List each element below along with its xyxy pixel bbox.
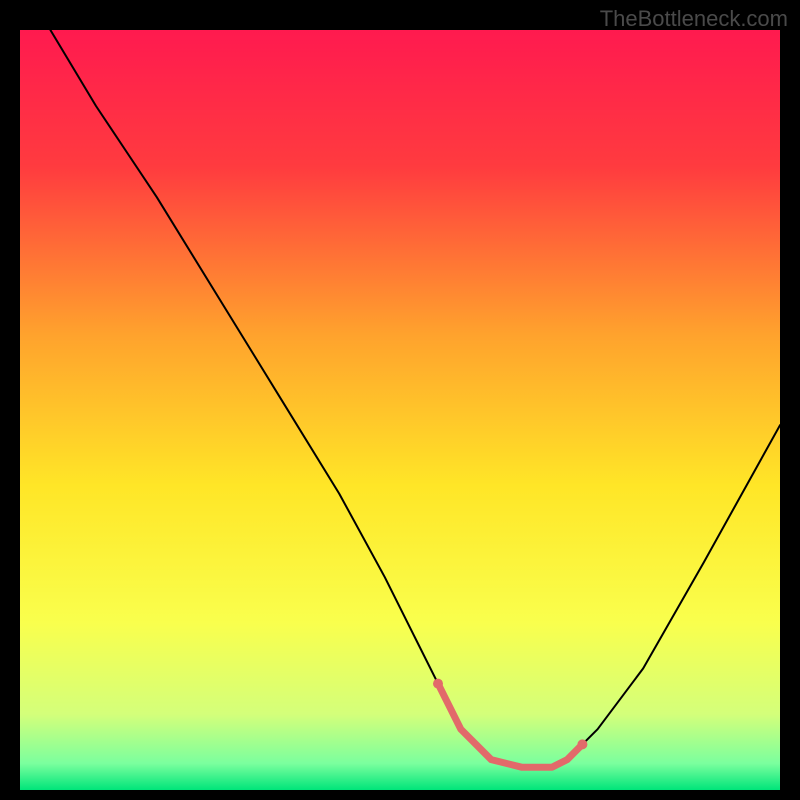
highlight-point bbox=[433, 679, 443, 689]
highlight-point bbox=[577, 739, 587, 749]
bottleneck-chart bbox=[20, 30, 780, 790]
watermark-text: TheBottleneck.com bbox=[600, 6, 788, 32]
